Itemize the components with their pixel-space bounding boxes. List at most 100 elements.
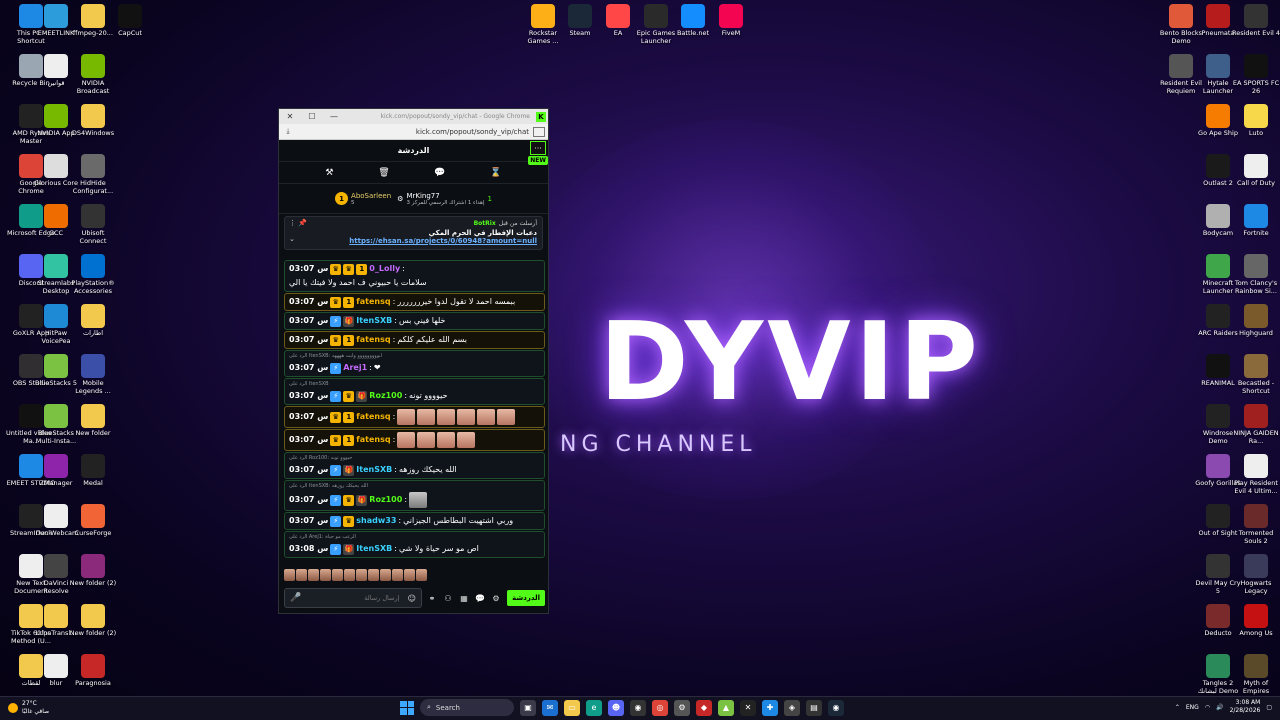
- desktop-shortcut[interactable]: Ubisoft Connect: [68, 204, 118, 245]
- desktop-shortcut[interactable]: HidHide Configurat...: [68, 154, 118, 195]
- chat-message[interactable]: س 03:07 ♛ 1 fatensq: ببمسه احمد لا تقول لدوا…: [284, 293, 545, 311]
- chat-bubble-icon[interactable]: 💬: [434, 168, 445, 178]
- chat-message[interactable]: الرد على ItenSXB س 03:07 ⚡ ♛ 🎁 Roz100: حيوووو …: [284, 378, 545, 405]
- desktop-shortcut[interactable]: FiveM: [706, 4, 756, 38]
- desktop-shortcut[interactable]: Becastled - Shortcut: [1231, 354, 1280, 395]
- close-icon[interactable]: ✕: [279, 109, 301, 124]
- message-username[interactable]: fatensq: [356, 296, 390, 308]
- taskbar-search[interactable]: ⌕ Search: [420, 699, 514, 716]
- app-icon[interactable]: ▤: [806, 699, 822, 716]
- message-username[interactable]: Roz100: [369, 494, 402, 506]
- quick-emote[interactable]: [296, 569, 307, 581]
- chat-message[interactable]: س 03:07 ⚡ ♛ shadw33: وربي اشتهيت البطاطس الج…: [284, 512, 545, 530]
- file-explorer-icon[interactable]: ▭: [564, 699, 580, 716]
- language-indicator[interactable]: ENG: [1186, 704, 1199, 711]
- more-vert-icon[interactable]: ⋮: [289, 219, 296, 227]
- message-username[interactable]: fatensq: [356, 411, 390, 423]
- desktop-shortcut[interactable]: CurseForge: [68, 504, 118, 538]
- desktop-shortcut[interactable]: DS4Windows: [68, 104, 118, 138]
- message-username[interactable]: ItenSXB: [356, 315, 392, 327]
- reply-context[interactable]: الرد على ItenSXB: ابووووووووو وايت ههههه: [289, 353, 540, 360]
- desktop-shortcut[interactable]: EA SPORTS FC 26: [1231, 54, 1280, 95]
- volume-icon[interactable]: 🔊: [1216, 704, 1223, 711]
- chat-message[interactable]: س 03:07 ♛ 1 fatensq: بسم الله عليكم كلكم: [284, 331, 545, 349]
- reply-context[interactable]: الرد على Roz100: حيووو تونه: [289, 455, 540, 462]
- steam-running-icon[interactable]: ◉: [828, 699, 844, 716]
- desktop-shortcut[interactable]: Hogwarts Legacy: [1231, 554, 1280, 595]
- quick-emote[interactable]: [284, 569, 295, 581]
- chat-message[interactable]: س 03:07 ♛ ♛ 1 0_Lolly: سلامات يا حبيوني ف احم…: [284, 260, 545, 292]
- desktop-shortcut[interactable]: NINJA GAIDEN Ra...: [1231, 404, 1280, 445]
- weather-widget[interactable]: 27°C صافي غالبًا: [8, 700, 49, 716]
- desktop-shortcut[interactable]: New folder: [68, 404, 118, 438]
- chat-message[interactable]: س 03:07 ♛ 1 fatensq:: [284, 429, 545, 451]
- message-username[interactable]: ItenSXB: [356, 543, 392, 555]
- hourglass-icon[interactable]: ⌛: [490, 168, 501, 178]
- message-username[interactable]: ItenSXB: [356, 464, 392, 476]
- edge-icon[interactable]: e: [586, 699, 602, 716]
- emote-image[interactable]: [437, 432, 456, 448]
- message-username[interactable]: fatensq: [356, 334, 390, 346]
- pinned-link[interactable]: https://ehsan.sa/projects/0/60948?amount…: [349, 237, 537, 245]
- emote-image[interactable]: [417, 409, 436, 425]
- desktop-shortcut[interactable]: Tormented Souls 2: [1231, 504, 1280, 545]
- chat-input[interactable]: [309, 594, 400, 602]
- desktop-shortcut[interactable]: Tom Clancy's Rainbow Si...: [1231, 254, 1280, 295]
- maximize-icon[interactable]: ☐: [301, 109, 323, 124]
- quick-emote[interactable]: [380, 569, 391, 581]
- url-text[interactable]: kick.com/popout/sondy_vip/chat: [297, 128, 533, 136]
- settings-icon[interactable]: ⚙: [490, 594, 502, 603]
- quick-emote[interactable]: [416, 569, 427, 581]
- users-icon[interactable]: ⚇: [442, 594, 454, 603]
- desktop-shortcut[interactable]: Call of Duty: [1231, 154, 1280, 188]
- quick-emote[interactable]: [320, 569, 331, 581]
- reply-context[interactable]: الرد على ItenSXB: [289, 381, 540, 388]
- xbox-icon[interactable]: ✕: [740, 699, 756, 716]
- desktop-shortcut[interactable]: CapCut: [105, 4, 155, 38]
- desktop-shortcut[interactable]: Fortnite: [1231, 204, 1280, 238]
- settings-icon[interactable]: ⚙: [674, 699, 690, 716]
- desktop-shortcut[interactable]: New folder (2): [68, 554, 118, 588]
- notifications-icon[interactable]: ▢: [1266, 704, 1272, 711]
- hammer-icon[interactable]: ⚒: [325, 168, 333, 178]
- bluestacks-icon[interactable]: ▲: [718, 699, 734, 716]
- send-chat-button[interactable]: الدردشة: [507, 590, 545, 606]
- more-options-button[interactable]: ···: [530, 141, 546, 155]
- gifter-first[interactable]: 1 AboSarleen 5: [335, 192, 391, 206]
- emote-image[interactable]: [409, 492, 428, 508]
- desktop-shortcut[interactable]: Mobile Legends ...: [68, 354, 118, 395]
- extension-icon[interactable]: [533, 126, 545, 137]
- download-icon[interactable]: ⤓: [279, 127, 297, 136]
- quick-emote[interactable]: [308, 569, 319, 581]
- emote-image[interactable]: [497, 409, 516, 425]
- emoji-icon[interactable]: ☺: [408, 594, 416, 603]
- desktop-shortcut[interactable]: Play Resident Evil 4 Ultim...: [1231, 454, 1280, 495]
- quick-emote[interactable]: [344, 569, 355, 581]
- message-username[interactable]: Roz100: [369, 390, 402, 402]
- app-icon[interactable]: ✚: [762, 699, 778, 716]
- desktop-shortcut[interactable]: NVIDIA Broadcast: [68, 54, 118, 95]
- chevron-up-icon[interactable]: ⌃: [1175, 704, 1180, 711]
- quick-emote[interactable]: [392, 569, 403, 581]
- chat-message-list[interactable]: س 03:07 ♛ ♛ 1 0_Lolly: سلامات يا حبيوني ف احم…: [279, 259, 550, 565]
- clock[interactable]: 3:08 AM 2/28/2026: [1230, 699, 1261, 715]
- link-icon[interactable]: ⚭: [426, 594, 438, 603]
- task-view-icon[interactable]: ▣: [520, 699, 536, 716]
- message-username[interactable]: Arej1: [343, 362, 367, 374]
- message-username[interactable]: 0_Lolly: [369, 263, 400, 275]
- desktop-shortcut[interactable]: Resident Evil 4: [1231, 4, 1280, 38]
- emote-image[interactable]: [457, 409, 476, 425]
- start-icon[interactable]: [400, 700, 414, 715]
- pinned-message[interactable]: أرسلت من قبل BotRix دعبات الإفطار في الح…: [284, 216, 543, 250]
- wifi-icon[interactable]: ◠: [1205, 704, 1210, 711]
- steam-icon[interactable]: ◉: [630, 699, 646, 716]
- pinned-author[interactable]: BotRix: [474, 220, 496, 227]
- trash-icon[interactable]: 🗑: [378, 168, 389, 178]
- chat-message[interactable]: س 03:07 ⚡ 🎁 ItenSXB: خلها فيني بس: [284, 312, 545, 330]
- chat-message[interactable]: الرد على Roz100: حيووو تونه س 03:07 ⚡ 🎁 Iten…: [284, 452, 545, 479]
- emote-image[interactable]: [417, 432, 436, 448]
- message-username[interactable]: fatensq: [356, 434, 390, 446]
- emote-image[interactable]: [397, 409, 416, 425]
- chat-message[interactable]: س 03:07 ♛ 1 fatensq:: [284, 406, 545, 428]
- desktop-shortcut[interactable]: Luto: [1231, 104, 1280, 138]
